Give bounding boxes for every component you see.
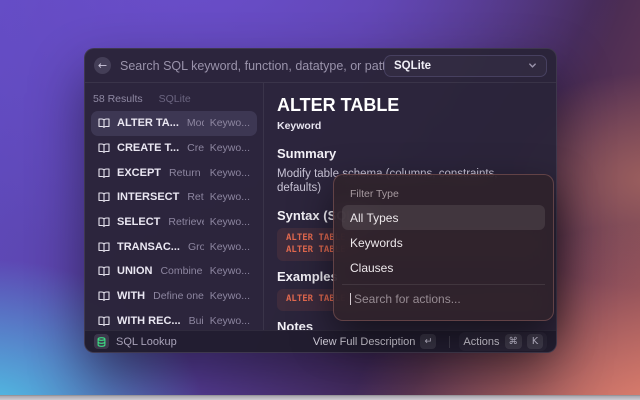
engine-select[interactable]: SQLite [384, 55, 547, 77]
filter-option[interactable]: All Types [342, 205, 545, 230]
book-icon [98, 142, 110, 154]
book-icon [98, 265, 110, 277]
result-subtitle: Return rows f... [169, 167, 204, 179]
engine-select-value: SQLite [394, 60, 431, 72]
chevron-down-icon [528, 61, 537, 70]
k-key-badge: K [527, 334, 543, 349]
book-icon [98, 315, 110, 327]
actions-label: Actions [463, 336, 499, 348]
results-count: 58 Results [93, 93, 143, 105]
result-name: TRANSAC... [117, 241, 180, 253]
result-item[interactable]: ALTER TA... Modify ta... Keywo... [91, 111, 257, 136]
result-item[interactable]: UNION Combine resul... Keywo... [91, 259, 257, 284]
view-full-description-label: View Full Description [313, 336, 416, 348]
result-subtitle: Build rec... [189, 315, 204, 327]
text-caret [350, 293, 351, 305]
footer-actions: View Full Description ↵ Actions ⌘ K [309, 332, 547, 351]
result-item[interactable]: TRANSAC... Group st... Keywo... [91, 234, 257, 259]
result-subtitle: Return ro... [187, 191, 203, 203]
result-name: EXCEPT [117, 167, 161, 179]
footer-divider [449, 336, 450, 348]
back-arrow-icon: ← [98, 57, 107, 74]
result-type-tag: Keywo... [204, 117, 250, 129]
result-name: WITH [117, 290, 145, 302]
results-header: 58 Results SQLite [93, 93, 255, 105]
screen-edge-strip [0, 395, 640, 400]
result-type-tag: Keywo... [204, 216, 250, 228]
app-identity: SQL Lookup [94, 334, 177, 349]
filter-option-label: Keywords [350, 236, 403, 250]
book-icon [98, 191, 110, 203]
entry-kind-badge: Keyword [277, 120, 542, 133]
result-name: INTERSECT [117, 191, 179, 203]
filter-option[interactable]: Keywords [342, 230, 545, 255]
result-subtitle: Create a... [187, 142, 204, 154]
results-sidebar: 58 Results SQLite ALTER TA... Modify ta.… [85, 83, 264, 330]
entry-title: ALTER TABLE [277, 94, 542, 116]
command-key-badge: ⌘ [505, 334, 523, 349]
back-button[interactable]: ← [94, 57, 111, 74]
filter-options-list: All Types Keywords Clauses [342, 205, 545, 280]
status-bar: SQL Lookup View Full Description ↵ Actio… [85, 330, 556, 352]
search-input[interactable] [120, 59, 384, 73]
result-item[interactable]: EXCEPT Return rows f... Keywo... [91, 160, 257, 185]
actions-button[interactable]: Actions ⌘ K [459, 332, 547, 351]
book-icon [98, 167, 110, 179]
filter-option[interactable]: Clauses [342, 255, 545, 280]
filter-type-header: Filter Type [350, 188, 537, 200]
result-subtitle: Combine resul... [160, 265, 203, 277]
view-full-description-button[interactable]: View Full Description ↵ [309, 332, 441, 351]
result-name: WITH REC... [117, 315, 181, 327]
result-type-tag: Keywo... [204, 315, 250, 327]
book-icon [98, 241, 110, 253]
result-type-tag: Keywo... [204, 241, 250, 253]
result-subtitle: Define one or m... [153, 290, 204, 302]
result-name: SELECT [117, 216, 160, 228]
result-type-tag: Keywo... [204, 191, 250, 203]
result-type-tag: Keywo... [204, 142, 250, 154]
filter-option-label: Clauses [350, 261, 393, 275]
app-name: SQL Lookup [116, 336, 177, 348]
actions-search-input[interactable]: Search for actions... [342, 285, 545, 312]
result-name: CREATE T... [117, 142, 179, 154]
book-icon [98, 290, 110, 302]
result-subtitle: Modify ta... [187, 117, 204, 129]
book-icon [98, 216, 110, 228]
result-type-tag: Keywo... [204, 167, 250, 179]
filter-type-dropdown: Filter Type All Types Keywords Clauses S… [333, 174, 554, 321]
results-list: ALTER TA... Modify ta... Keywo... CREATE… [85, 111, 263, 330]
result-type-tag: Keywo... [204, 290, 250, 302]
database-icon [94, 334, 109, 349]
book-icon [98, 117, 110, 129]
result-item[interactable]: WITH REC... Build rec... Keywo... [91, 309, 257, 331]
result-item[interactable]: INTERSECT Return ro... Keywo... [91, 185, 257, 210]
actions-search-placeholder: Search for actions... [354, 292, 461, 306]
summary-heading: Summary [277, 146, 542, 162]
result-item[interactable]: CREATE T... Create a... Keywo... [91, 136, 257, 161]
result-item[interactable]: WITH Define one or m... Keywo... [91, 284, 257, 309]
result-subtitle: Group st... [188, 241, 204, 253]
result-name: ALTER TA... [117, 117, 179, 129]
filter-option-label: All Types [350, 211, 398, 225]
result-item[interactable]: SELECT Retrieve colu... Keywo... [91, 210, 257, 235]
result-subtitle: Retrieve colu... [168, 216, 203, 228]
result-type-tag: Keywo... [204, 265, 250, 277]
search-bar: ← SQLite [85, 49, 556, 83]
result-name: UNION [117, 265, 152, 277]
return-key-badge: ↵ [420, 334, 436, 349]
results-scope: SQLite [159, 93, 191, 105]
